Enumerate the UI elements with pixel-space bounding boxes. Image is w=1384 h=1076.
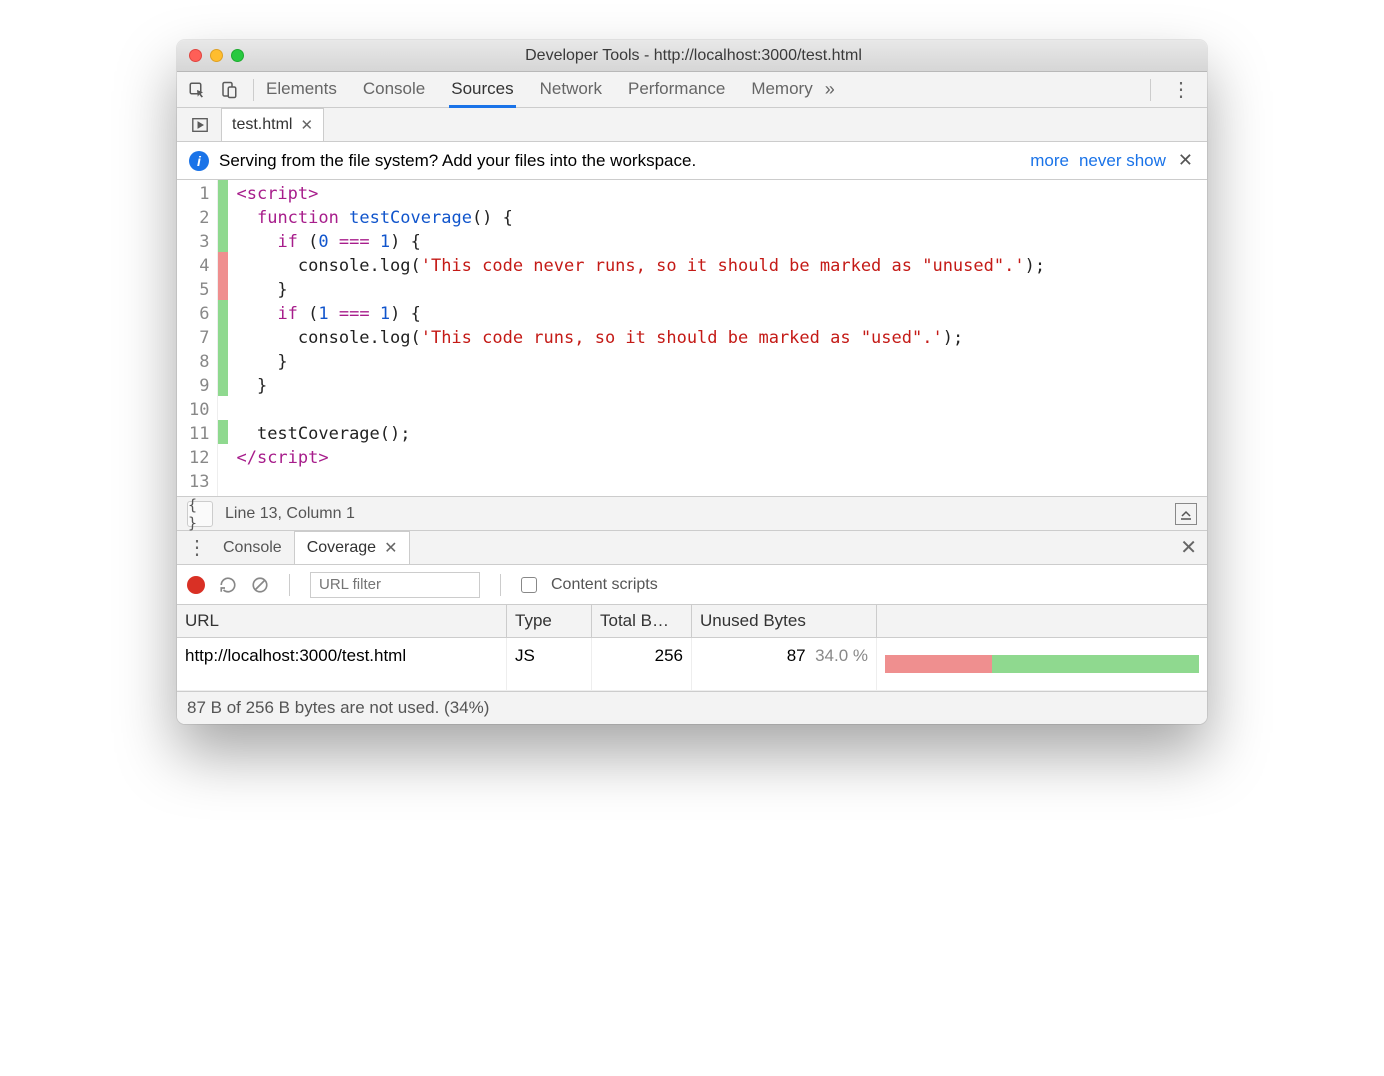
banner-text: Serving from the file system? Add your f… bbox=[219, 151, 696, 171]
cell-url: http://localhost:3000/test.html bbox=[177, 638, 507, 690]
content-scripts-label: Content scripts bbox=[551, 576, 658, 594]
record-button[interactable] bbox=[187, 576, 205, 594]
line-number-gutter: 12345678910111213 bbox=[177, 180, 218, 496]
panel-tab-elements[interactable]: Elements bbox=[264, 72, 339, 108]
show-drawer-button[interactable] bbox=[1175, 503, 1197, 525]
panel-tab-memory[interactable]: Memory bbox=[749, 72, 814, 108]
cell-type: JS bbox=[507, 638, 592, 690]
main-toolbar: Elements Console Sources Network Performance… bbox=[177, 72, 1207, 108]
panel-tab-network[interactable]: Network bbox=[538, 72, 604, 108]
file-tabs-bar: test.html ✕ bbox=[177, 108, 1207, 142]
window-title: Developer Tools - http://localhost:3000/… bbox=[192, 47, 1195, 65]
workspace-banner: i Serving from the file system? Add your… bbox=[177, 142, 1207, 180]
device-toolbar-button[interactable] bbox=[215, 77, 243, 103]
drawer-tab-console[interactable]: Console bbox=[211, 531, 294, 564]
coverage-toolbar: Content scripts bbox=[177, 565, 1207, 605]
devtools-window: Developer Tools - http://localhost:3000/… bbox=[177, 40, 1207, 724]
close-drawer-tab-button[interactable]: ✕ bbox=[384, 538, 397, 558]
banner-close-button[interactable]: ✕ bbox=[1176, 150, 1195, 171]
more-tabs-button[interactable]: » bbox=[819, 79, 841, 100]
file-tab-test-html[interactable]: test.html ✕ bbox=[221, 108, 324, 141]
panel-tabs: Elements Console Sources Network Performance… bbox=[264, 72, 815, 108]
table-row[interactable]: http://localhost:3000/test.htmlJS25687 3… bbox=[177, 638, 1207, 691]
col-bar bbox=[877, 605, 1207, 637]
coverage-footer: 87 B of 256 B bytes are not used. (34%) bbox=[177, 691, 1207, 724]
col-unused[interactable]: Unused Bytes bbox=[692, 605, 877, 637]
titlebar: Developer Tools - http://localhost:3000/… bbox=[177, 40, 1207, 72]
panel-tab-sources[interactable]: Sources bbox=[449, 72, 515, 108]
code-body[interactable]: <script> function testCoverage() { if (0… bbox=[228, 180, 1053, 496]
table-header: URL Type Total B… Unused Bytes bbox=[177, 605, 1207, 638]
footer-text: 87 B of 256 B bytes are not used. (34%) bbox=[187, 698, 489, 717]
drawer-tabs: ⋮ Console Coverage ✕ ✕ bbox=[177, 531, 1207, 565]
clear-button[interactable] bbox=[251, 576, 269, 594]
col-type[interactable]: Type bbox=[507, 605, 592, 637]
separator bbox=[1150, 79, 1151, 101]
drawer-menu-button[interactable]: ⋮ bbox=[183, 531, 211, 564]
col-url[interactable]: URL bbox=[177, 605, 507, 637]
col-total[interactable]: Total B… bbox=[592, 605, 692, 637]
cell-bar bbox=[877, 638, 1207, 690]
reload-button[interactable] bbox=[219, 576, 237, 594]
separator bbox=[289, 574, 290, 596]
drawer-tab-coverage[interactable]: Coverage ✕ bbox=[294, 531, 411, 564]
panel-tab-console[interactable]: Console bbox=[361, 72, 427, 108]
cursor-position: Line 13, Column 1 bbox=[225, 505, 355, 523]
coverage-gutter bbox=[218, 180, 228, 496]
url-filter-input[interactable] bbox=[310, 572, 480, 598]
content-scripts-checkbox[interactable] bbox=[521, 577, 537, 593]
banner-more-link[interactable]: more bbox=[1030, 151, 1069, 171]
show-navigator-button[interactable] bbox=[183, 108, 217, 141]
editor-statusbar: { } Line 13, Column 1 bbox=[177, 497, 1207, 531]
source-editor[interactable]: 12345678910111213 <script> function test… bbox=[177, 180, 1207, 497]
cell-total: 256 bbox=[592, 638, 692, 690]
coverage-table: URL Type Total B… Unused Bytes http://lo… bbox=[177, 605, 1207, 691]
pretty-print-button[interactable]: { } bbox=[187, 501, 213, 527]
info-icon: i bbox=[189, 151, 209, 171]
settings-menu-button[interactable]: ⋮ bbox=[1161, 77, 1201, 102]
file-tab-label: test.html bbox=[232, 116, 292, 134]
cell-unused: 87 34.0 % bbox=[692, 638, 877, 690]
banner-never-link[interactable]: never show bbox=[1079, 151, 1166, 171]
close-drawer-button[interactable]: ✕ bbox=[1180, 535, 1197, 560]
inspect-element-button[interactable] bbox=[183, 77, 211, 103]
separator bbox=[500, 574, 501, 596]
separator bbox=[253, 79, 254, 101]
close-tab-button[interactable]: ✕ bbox=[300, 116, 313, 134]
panel-tab-performance[interactable]: Performance bbox=[626, 72, 727, 108]
